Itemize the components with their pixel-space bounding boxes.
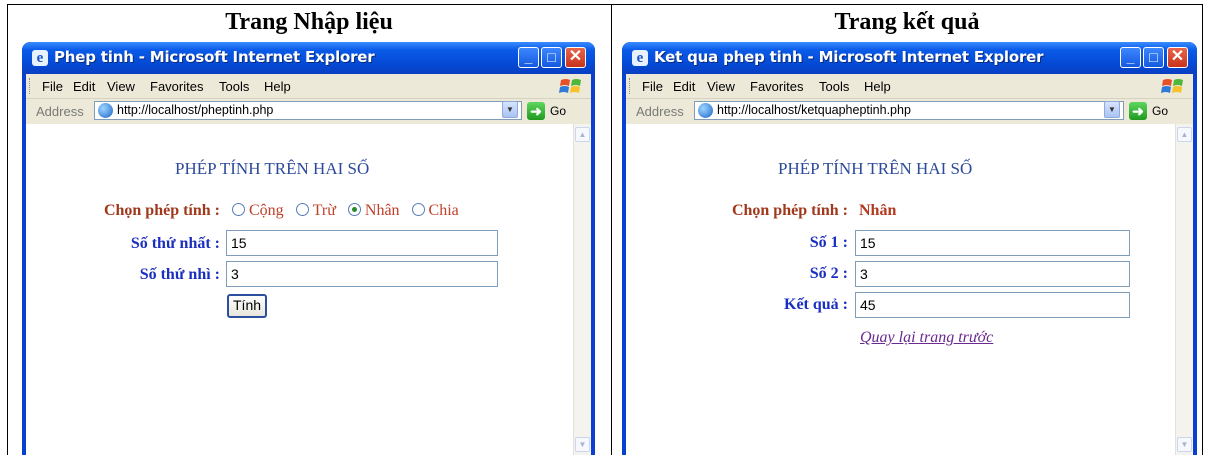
number-2-input[interactable]: 3 [855, 261, 1130, 287]
option-cong-label: Cộng [249, 202, 284, 219]
number-2-label: Số 2 : [809, 265, 848, 282]
figure-divider [611, 4, 612, 455]
page-heading: PHÉP TÍNH TRÊN HAI SỐ [175, 159, 370, 178]
second-number-label: Số thứ nhì : [139, 266, 220, 283]
browser-window-input: e Phep tinh - Microsoft Internet Explore… [22, 42, 595, 455]
option-tru-label: Trừ [312, 202, 336, 219]
scroll-up-button[interactable]: ▲ [1177, 127, 1192, 142]
vertical-scrollbar[interactable]: ▲ ▼ [1175, 124, 1193, 455]
ie-icon: e [32, 50, 48, 66]
windows-logo-icon [559, 79, 581, 93]
radio-nhan-selected[interactable] [347, 203, 361, 216]
title-bar[interactable]: e Phep tinh - Microsoft Internet Explore… [22, 42, 595, 74]
menu-bar: File Edit View Favorites Tools Help [626, 74, 1193, 99]
menu-bar: File Edit View Favorites Tools Help [26, 74, 591, 99]
menu-help[interactable]: Help [864, 79, 891, 94]
browser-window-result: e Ket qua phep tinh - Microsoft Internet… [622, 42, 1197, 455]
page-icon [98, 103, 113, 118]
window-title: Phep tinh - Microsoft Internet Explorer [54, 48, 375, 66]
address-label: Address [36, 104, 84, 119]
window-title: Ket qua phep tinh - Microsoft Internet E… [654, 48, 1044, 66]
address-input[interactable]: http://localhost/pheptinh.php [94, 101, 522, 120]
address-dropdown-button[interactable]: ▼ [1104, 101, 1120, 118]
maximize-button[interactable]: □ [541, 47, 562, 68]
address-url: http://localhost/pheptinh.php [117, 103, 274, 117]
close-button[interactable]: ✕ [565, 47, 586, 68]
result-label: Kết quả : [784, 296, 848, 313]
menu-tools[interactable]: Tools [819, 79, 849, 94]
menu-help[interactable]: Help [264, 79, 291, 94]
operation-label: Chọn phép tính : [731, 202, 848, 219]
option-tru[interactable]: Trừ [295, 202, 336, 219]
operation-label: Chọn phép tính : [103, 202, 220, 219]
page-heading: PHÉP TÍNH TRÊN HAI SỐ [778, 159, 973, 178]
toolbar-grip [29, 78, 33, 94]
result-input[interactable]: 45 [855, 292, 1130, 318]
windows-logo-icon [1161, 79, 1183, 93]
menu-file[interactable]: File [42, 79, 63, 94]
menu-edit[interactable]: Edit [73, 79, 95, 94]
second-number-input[interactable]: 3 [226, 261, 498, 287]
number-1-label: Số 1 : [809, 234, 848, 251]
first-number-input[interactable]: 15 [226, 230, 498, 256]
menu-edit[interactable]: Edit [673, 79, 695, 94]
menu-file[interactable]: File [642, 79, 663, 94]
caption-input-page: Trang Nhập liệu [225, 9, 393, 35]
minimize-button[interactable]: _ [1120, 47, 1141, 68]
menu-view[interactable]: View [707, 79, 735, 94]
option-nhan-label: Nhân [364, 202, 400, 219]
maximize-button[interactable]: □ [1143, 47, 1164, 68]
radio-cong[interactable] [232, 203, 245, 216]
operation-radio-group: Cộng Trừ Nhân Chia [232, 202, 467, 220]
address-url: http://localhost/ketquapheptinh.php [717, 103, 911, 117]
minimize-button[interactable]: _ [518, 47, 539, 68]
scroll-up-button[interactable]: ▲ [575, 127, 590, 142]
scroll-down-button[interactable]: ▼ [1177, 437, 1192, 452]
title-bar[interactable]: e Ket qua phep tinh - Microsoft Internet… [622, 42, 1197, 74]
scroll-down-button[interactable]: ▼ [575, 437, 590, 452]
radio-tru[interactable] [295, 203, 309, 216]
first-number-label: Số thứ nhất : [130, 235, 220, 252]
option-chia[interactable]: Chia [411, 202, 459, 219]
address-bar: Address http://localhost/pheptinh.php ▼ … [26, 99, 591, 125]
option-cong[interactable]: Cộng [232, 202, 284, 219]
back-link[interactable]: Quay lại trang trước [860, 329, 993, 347]
address-dropdown-button[interactable]: ▼ [502, 101, 518, 118]
go-arrow-icon[interactable]: ➜ [527, 102, 545, 120]
menu-tools[interactable]: Tools [219, 79, 249, 94]
menu-favorites[interactable]: Favorites [750, 79, 803, 94]
option-chia-label: Chia [428, 202, 459, 219]
go-button-label[interactable]: Go [1152, 104, 1168, 118]
address-input[interactable]: http://localhost/ketquapheptinh.php [694, 101, 1124, 120]
option-nhan[interactable]: Nhân [347, 202, 400, 219]
ie-icon: e [632, 50, 648, 66]
menu-favorites[interactable]: Favorites [150, 79, 203, 94]
number-1-input[interactable]: 15 [855, 230, 1130, 256]
caption-result-page: Trang kết quả [834, 9, 980, 35]
calculate-button[interactable]: Tính [227, 294, 268, 318]
toolbar-grip [629, 78, 633, 94]
page-icon [698, 103, 713, 118]
go-button-label[interactable]: Go [550, 104, 566, 118]
menu-view[interactable]: View [107, 79, 135, 94]
address-bar: Address http://localhost/ketquapheptinh.… [626, 99, 1193, 125]
operation-value: Nhân [859, 202, 897, 219]
close-button[interactable]: ✕ [1167, 47, 1188, 68]
vertical-scrollbar[interactable]: ▲ ▼ [573, 124, 591, 455]
address-label: Address [636, 104, 684, 119]
page-content: ▲ ▼ PHÉP TÍNH TRÊN HAI SỐ Chọn phép tính… [626, 124, 1193, 455]
page-content: ▲ ▼ PHÉP TÍNH TRÊN HAI SỐ Chọn phép tính… [26, 124, 591, 455]
go-arrow-icon[interactable]: ➜ [1129, 102, 1147, 120]
radio-chia[interactable] [411, 203, 425, 216]
